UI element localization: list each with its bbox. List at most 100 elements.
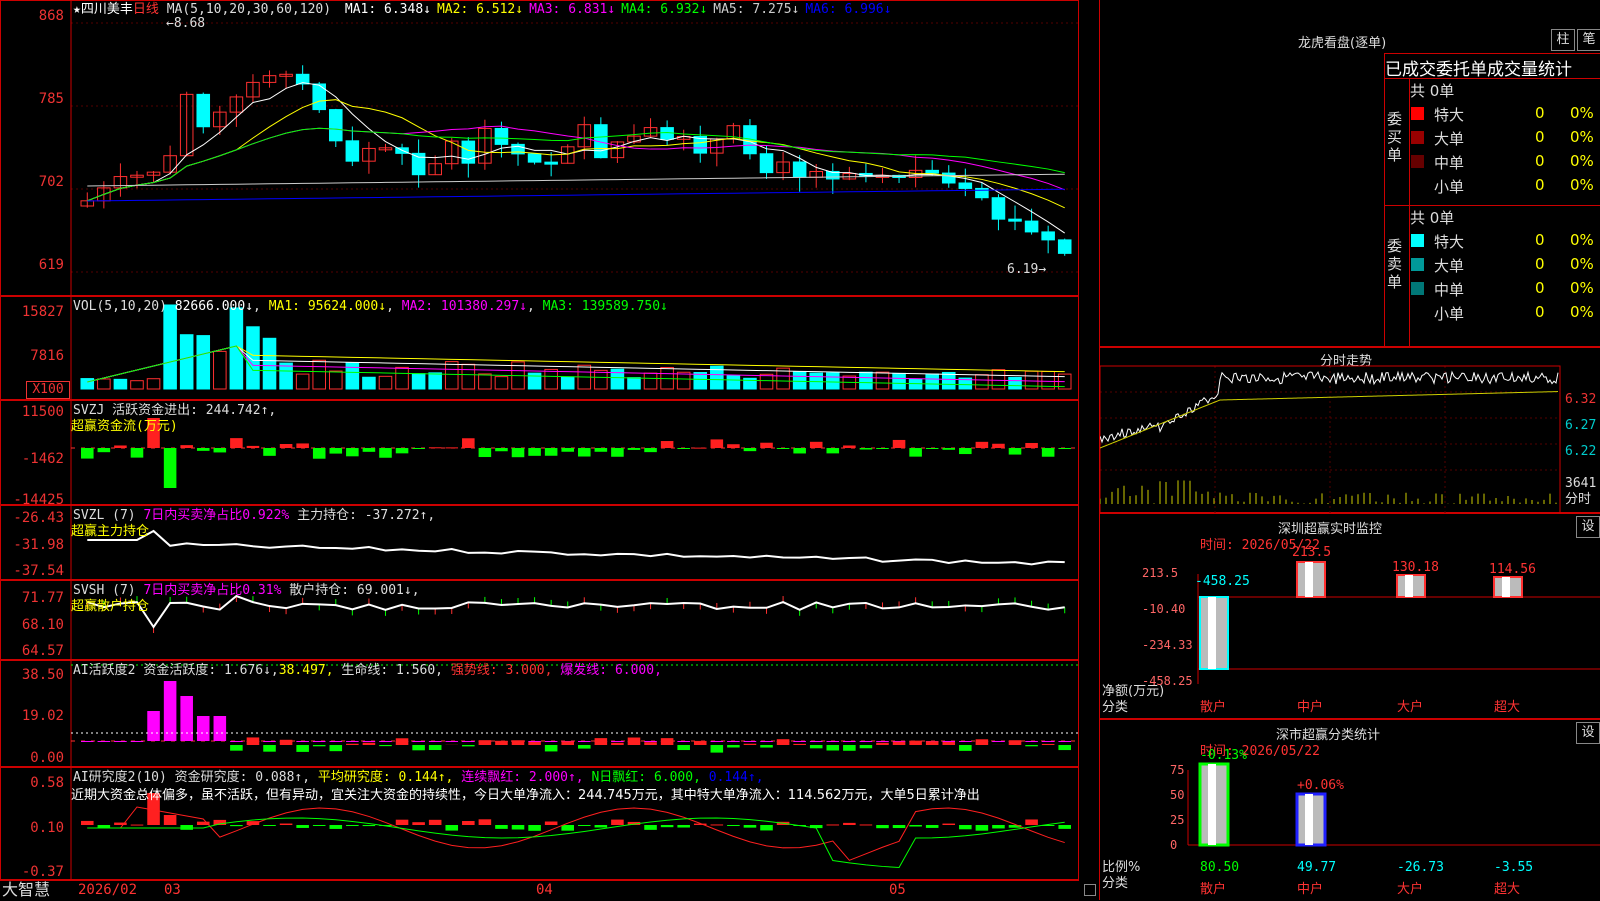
volume-pane[interactable]: VOL(5,10,20) 82666.000↓, MA1: 95624.000↓… [0, 296, 1079, 400]
ai1-bar [313, 745, 326, 746]
volume-bar [396, 367, 409, 389]
volume-unit-badge[interactable]: X100 [26, 381, 70, 399]
indicator-bar [296, 741, 309, 742]
indicator-bar [843, 445, 856, 448]
indicator-bar [296, 443, 309, 448]
indicator-bar [727, 444, 740, 448]
indicator-bar [81, 821, 94, 825]
bar-view-button[interactable]: 柱 [1551, 29, 1575, 51]
brand-label[interactable]: 大智慧 [2, 882, 50, 897]
volume-bar [644, 373, 657, 389]
indicator-bar [445, 825, 458, 831]
szm-category: 散户 [1200, 700, 1226, 715]
indicator-bar [346, 825, 359, 826]
szm-ylabel: 分类 [1102, 700, 1128, 715]
szm-category: 中户 [1297, 700, 1323, 715]
volume-bar [992, 370, 1005, 389]
indicator-bar [545, 741, 558, 742]
ai1-bar [1009, 740, 1022, 745]
volume-bar [131, 381, 144, 389]
indicator-bar [992, 444, 1005, 448]
intraday-vol-value: 3641 [1565, 476, 1596, 491]
szc-ylabel: 分类 [1102, 876, 1128, 891]
ai1-bar [942, 742, 955, 745]
buy-row-count: 0 [1535, 128, 1545, 146]
volume-bar [727, 375, 740, 389]
volume-stat-tabs[interactable]: 已成交委托单成交量统计 [1385, 55, 1572, 80]
buy-total: 共 0单 [1410, 80, 1454, 101]
ai1-bar [694, 741, 707, 745]
candle-body [926, 170, 939, 173]
ai1-bar [561, 741, 574, 745]
indicator-bar [744, 825, 757, 828]
indicator-bar [396, 820, 409, 825]
indicator-bar [677, 825, 690, 828]
buy-row-pct: 0% [1570, 128, 1594, 146]
svsh-axis-mid: 68.10 [0, 617, 70, 633]
indicator-bar [760, 443, 773, 448]
favorite-star-icon[interactable]: ★ [73, 2, 81, 17]
volume-bar [595, 370, 608, 389]
ai1-bar [644, 742, 657, 745]
volume-bar [180, 335, 193, 389]
volume-bar [114, 379, 127, 389]
szc-bar-change: -0.13% [1200, 748, 1247, 763]
szm-bar-shine [1208, 597, 1216, 669]
volume-bar [926, 374, 939, 389]
buy-swatch [1411, 131, 1424, 144]
ai1-bar [777, 739, 790, 745]
ai1-bar [727, 745, 740, 747]
indicator-bar [860, 824, 873, 825]
ma-label: MA(5,10,20,30,60,120) [167, 2, 331, 17]
ai-research-note: 近期大资金总体偏多，虽不活跃，但有异动，宜关注大资金的持续性，今日大单净流入：2… [71, 788, 1076, 803]
indicator-bar [595, 448, 608, 452]
svsh-pane[interactable]: SVSH (7) 7日内买卖净占比0.31% 散户持仓: 69.001↓, 超赢… [0, 580, 1079, 660]
volume-bar [810, 373, 823, 389]
sell-row-name: 特大 [1434, 231, 1464, 252]
buy-side-label: 委买单 [1387, 110, 1405, 164]
szc-category: 中户 [1297, 882, 1323, 897]
indicator-bar [180, 825, 193, 830]
svsh-subtitle: 超赢散户持仓 [71, 599, 149, 614]
intraday-price-line [1100, 372, 1558, 442]
svzj-axis-mid: -1462 [0, 451, 70, 467]
volume-bar [462, 364, 475, 389]
tick-view-button[interactable]: 笔 [1577, 29, 1600, 51]
indicator-bar [313, 741, 326, 742]
period-label[interactable]: 日线 [133, 2, 159, 17]
volume-bar [942, 372, 955, 389]
vol-axis-7816: 7816 [0, 348, 70, 364]
indicator-bar [661, 825, 674, 827]
szm-axis: -10.40 [1142, 602, 1185, 617]
szm-bar-value: 213.5 [1292, 545, 1331, 560]
buy-row-pct: 0% [1570, 104, 1594, 122]
volume-bar [379, 376, 392, 389]
indicator-bar [479, 448, 492, 457]
ai1-bar [346, 744, 359, 745]
sell-row-count: 0 [1535, 231, 1545, 249]
svzl-pane[interactable]: SVZL (7) 7日内买卖净占比0.922% 主力持仓: -37.272↑, … [0, 505, 1079, 580]
ai1-bar [677, 745, 690, 750]
ai1-axis-mid: 19.02 [0, 708, 70, 724]
indicator-bar [330, 825, 343, 829]
volume-bar [197, 336, 210, 389]
indicator-bar [909, 448, 922, 457]
sell-total: 共 0单 [1410, 207, 1454, 228]
ai-activity-pane[interactable]: AI活跃度2 资金活跃度: 1.676↓,38.497, 生命线: 1.560,… [0, 660, 1079, 767]
price-chart-pane[interactable]: ★四川美丰日线 MA(5,10,20,30,60,120) MA1: 6.348… [0, 0, 1079, 296]
ai1-bar [1025, 745, 1038, 746]
svzj-pane[interactable]: SVZJ 活跃资金进出: 244.742↑, 超赢资金流(万元) [0, 400, 1079, 505]
candle-body [661, 128, 674, 140]
ai1-bar [760, 745, 773, 748]
indicator-bar [959, 741, 972, 742]
ai-research-pane[interactable]: AI研究度2(10) 资金研究度: 0.088↑, 平均研究度: 0.144↑,… [0, 767, 1079, 880]
volume-bar [677, 372, 690, 389]
indicator-bar [942, 448, 955, 450]
szm-category: 大户 [1397, 700, 1423, 715]
indicator-bar [81, 448, 94, 459]
intraday-panel[interactable]: 分时走势 6.32 6.27 6.22 3641 分时 [1099, 347, 1600, 513]
sell-row-pct: 0% [1570, 279, 1594, 297]
indicator-bar [611, 820, 624, 825]
volume-bar [280, 363, 293, 389]
lock-icon[interactable] [1084, 884, 1096, 896]
